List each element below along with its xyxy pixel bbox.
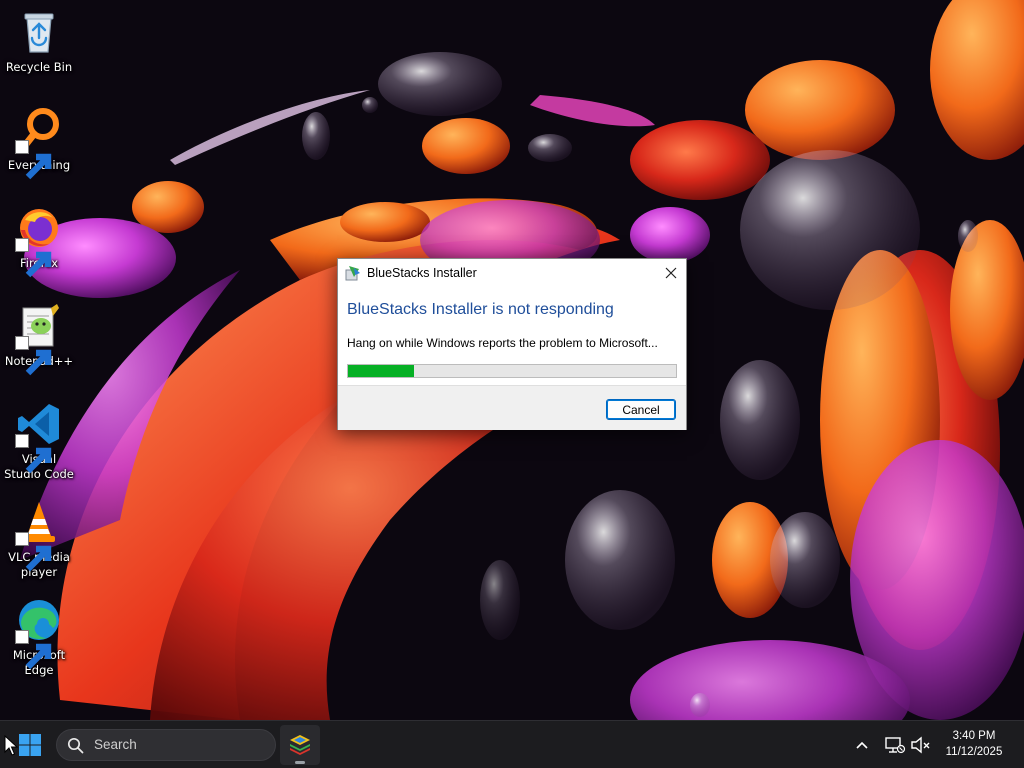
dialog-title: BlueStacks Installer	[367, 266, 477, 280]
dialog-titlebar[interactable]: BlueStacks Installer	[338, 259, 686, 287]
volume-muted-icon	[911, 736, 930, 754]
progress-bar	[347, 364, 677, 378]
shortcut-arrow-icon	[15, 434, 52, 474]
dialog-footer: Cancel	[338, 385, 686, 430]
vlc-icon	[15, 498, 63, 572]
desktop-icon-firefox[interactable]: Firefox	[2, 204, 76, 290]
close-button[interactable]	[656, 259, 686, 287]
search-placeholder: Search	[94, 737, 137, 752]
mouse-cursor-icon	[4, 735, 18, 756]
clock-time: 3:40 PM	[952, 730, 996, 742]
shortcut-arrow-icon	[15, 238, 52, 278]
progress-bar-fill	[348, 365, 414, 377]
cancel-button[interactable]: Cancel	[606, 399, 676, 420]
volume-tray-button[interactable]	[908, 733, 932, 757]
recycle-bin-icon	[15, 8, 63, 56]
taskbar-clock[interactable]: 3:40 PM 11/12/2025	[934, 728, 1014, 760]
everything-search-icon	[15, 106, 63, 180]
desktop-icon-recycle-bin[interactable]: Recycle Bin	[2, 8, 76, 94]
clock-date: 11/12/2025	[945, 746, 1003, 758]
dialog-message: Hang on while Windows reports the proble…	[347, 336, 658, 350]
chevron-up-icon	[856, 741, 868, 749]
shortcut-arrow-icon	[15, 532, 52, 572]
not-responding-dialog: BlueStacks Installer BlueStacks Installe…	[337, 258, 687, 430]
shortcut-arrow-icon	[15, 336, 52, 376]
network-icon	[885, 737, 906, 754]
desktop-icon-vscode[interactable]: Visual Studio Code	[2, 400, 76, 486]
shortcut-arrow-icon	[15, 630, 52, 670]
desktop-icon-everything[interactable]: Everything	[2, 106, 76, 192]
start-button[interactable]	[18, 733, 42, 757]
bluestacks-icon	[290, 735, 310, 755]
taskbar: Search 3:40 PM 11/12/2025	[0, 720, 1024, 768]
close-icon	[665, 267, 677, 279]
shortcut-arrow-icon	[15, 140, 52, 180]
desktop-icon-label: Recycle Bin	[5, 60, 73, 74]
firefox-icon	[15, 204, 63, 278]
taskbar-app-bluestacks[interactable]	[280, 725, 320, 765]
search-icon	[67, 737, 84, 754]
dialog-body: BlueStacks Installer is not responding H…	[338, 287, 686, 385]
network-tray-button[interactable]	[882, 733, 906, 757]
dialog-heading: BlueStacks Installer is not responding	[347, 301, 614, 318]
windows-logo-icon	[19, 734, 41, 756]
bluestacks-installer-icon	[345, 266, 360, 281]
desktop-icon-vlc[interactable]: VLC media player	[2, 498, 76, 584]
vscode-icon	[15, 400, 63, 474]
taskbar-search-box[interactable]: Search	[56, 729, 276, 761]
notepad-plus-plus-icon	[15, 302, 63, 376]
edge-icon	[15, 596, 63, 670]
desktop-icon-notepad-plus-plus[interactable]: Notepad++	[2, 302, 76, 388]
desktop-icon-edge[interactable]: Microsoft Edge	[2, 596, 76, 682]
show-hidden-icons-button[interactable]	[850, 733, 874, 757]
running-indicator	[295, 761, 305, 764]
